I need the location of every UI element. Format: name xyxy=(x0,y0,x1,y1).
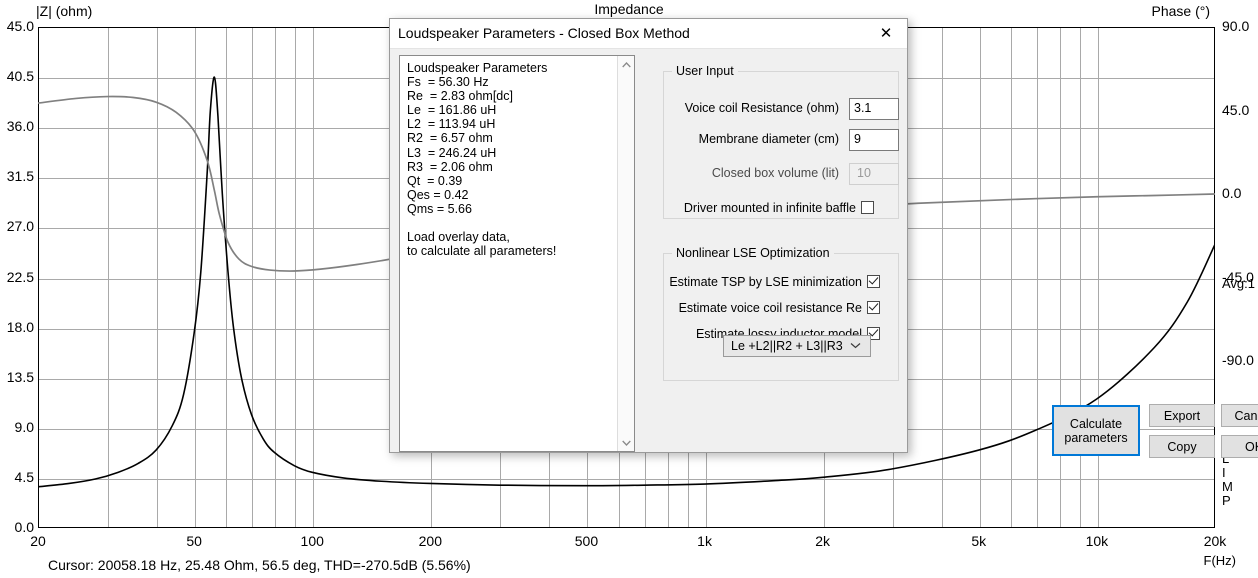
voice-coil-resistance-label: Voice coil Resistance (ohm) xyxy=(684,101,839,115)
closed-box-volume-row: Closed box volume (lit) xyxy=(664,163,839,185)
membrane-diameter-label: Membrane diameter (cm) xyxy=(698,132,839,146)
x-axis-tick: 20k xyxy=(1203,533,1227,549)
ok-button[interactable]: OK xyxy=(1221,435,1258,458)
y-axis-left-tick: 27.0 xyxy=(6,218,34,235)
cancel-button[interactable]: Cancel xyxy=(1221,404,1258,427)
inductor-model-value: Le +L2||R2 + L3||R3 xyxy=(731,339,843,353)
calculate-line-2: parameters xyxy=(1064,430,1128,445)
scroll-down-icon[interactable] xyxy=(618,434,634,451)
inductor-model-select[interactable]: Le +L2||R2 + L3||R3 xyxy=(723,335,871,357)
y-axis-right-tick: -90.0 xyxy=(1222,352,1254,368)
parameters-scrollbar[interactable] xyxy=(617,56,634,451)
estimate-re-checkbox[interactable] xyxy=(867,301,880,314)
calculate-parameters-button[interactable]: Calculate parameters xyxy=(1052,405,1140,456)
cursor-readout: Cursor: 20058.18 Hz, 25.48 Ohm, 56.5 deg… xyxy=(48,557,471,573)
user-input-group: User Input Voice coil Resistance (ohm) 3… xyxy=(663,64,899,219)
x-axis-tick: 200 xyxy=(418,533,443,549)
x-axis-title: F(Hz) xyxy=(1203,553,1237,568)
parameters-text: Loudspeaker Parameters Fs = 56.30 Hz Re … xyxy=(407,61,557,259)
y-axis-left-tick: 4.5 xyxy=(14,468,34,485)
x-axis-tick: 20 xyxy=(30,533,46,549)
closed-box-volume-label: Closed box volume (lit) xyxy=(711,166,839,180)
y-axis-left-tick: 18.0 xyxy=(6,318,34,335)
y-axis-left-title: |Z| (ohm) xyxy=(36,3,93,19)
closed-box-volume-input: 10 xyxy=(849,163,899,185)
y-axis-left-tick: 36.0 xyxy=(6,118,34,135)
close-icon[interactable]: ✕ xyxy=(865,19,907,47)
x-axis-tick: 2k xyxy=(815,533,831,549)
parameters-textbox[interactable]: Loudspeaker Parameters Fs = 56.30 Hz Re … xyxy=(399,55,635,452)
scroll-up-icon[interactable] xyxy=(618,56,634,73)
y-axis-left-tick: 22.5 xyxy=(6,268,34,285)
x-axis-tick: 5k xyxy=(971,533,987,549)
infinite-baffle-label: Driver mounted in infinite baffle xyxy=(683,201,856,215)
loudspeaker-parameters-dialog: Loudspeaker Parameters - Closed Box Meth… xyxy=(389,18,1258,458)
membrane-diameter-input[interactable]: 9 xyxy=(849,129,899,151)
export-button[interactable]: Export xyxy=(1149,404,1215,427)
estimate-tsp-label: Estimate TSP by LSE minimization xyxy=(669,275,862,289)
y-axis-left-tick: 0.0 xyxy=(14,519,34,535)
user-input-legend: User Input xyxy=(672,64,738,78)
y-axis-left-tick: 13.5 xyxy=(6,368,34,385)
y-axis-right-tick: 90.0 xyxy=(1222,18,1250,34)
x-axis-tick: 500 xyxy=(574,533,599,549)
x-axis-tick: 10k xyxy=(1085,533,1109,549)
voice-coil-resistance-input[interactable]: 3.1 xyxy=(849,98,899,120)
voice-coil-resistance-row: Voice coil Resistance (ohm) xyxy=(664,98,839,120)
y-axis-left-tick: 45.0 xyxy=(6,18,34,34)
dialog-title-bar[interactable]: Loudspeaker Parameters - Closed Box Meth… xyxy=(390,19,907,49)
infinite-baffle-checkbox[interactable] xyxy=(861,201,874,214)
y-axis-left-tick: 9.0 xyxy=(14,418,34,435)
limp-watermark: LIMP xyxy=(1222,451,1233,508)
x-axis-tick: 50 xyxy=(186,533,202,549)
calculate-line-1: Calculate xyxy=(1069,416,1123,431)
y-axis-right-tick: 45.0 xyxy=(1222,101,1250,118)
y-axis-left-tick: 31.5 xyxy=(6,168,34,185)
copy-button[interactable]: Copy xyxy=(1149,435,1215,458)
lse-optimization-group: Nonlinear LSE Optimization Estimate TSP … xyxy=(663,246,899,381)
estimate-tsp-checkbox[interactable] xyxy=(867,275,880,288)
dialog-title: Loudspeaker Parameters - Closed Box Meth… xyxy=(398,25,690,41)
x-axis-tick: 100 xyxy=(300,533,324,549)
membrane-diameter-row: Membrane diameter (cm) xyxy=(664,129,839,151)
estimate-re-label: Estimate voice coil resistance Re xyxy=(678,301,862,315)
lse-legend: Nonlinear LSE Optimization xyxy=(672,246,834,260)
y-axis-right-title: Phase (°) xyxy=(1151,3,1210,19)
y-axis-right-tick: 0.0 xyxy=(1222,185,1242,201)
chevron-down-icon xyxy=(850,340,861,352)
average-count-label: Avg:1 xyxy=(1222,276,1256,291)
chart-title: Impedance xyxy=(594,1,664,17)
y-axis-left-tick: 40.5 xyxy=(6,68,34,85)
x-axis-tick: 1k xyxy=(697,533,712,549)
